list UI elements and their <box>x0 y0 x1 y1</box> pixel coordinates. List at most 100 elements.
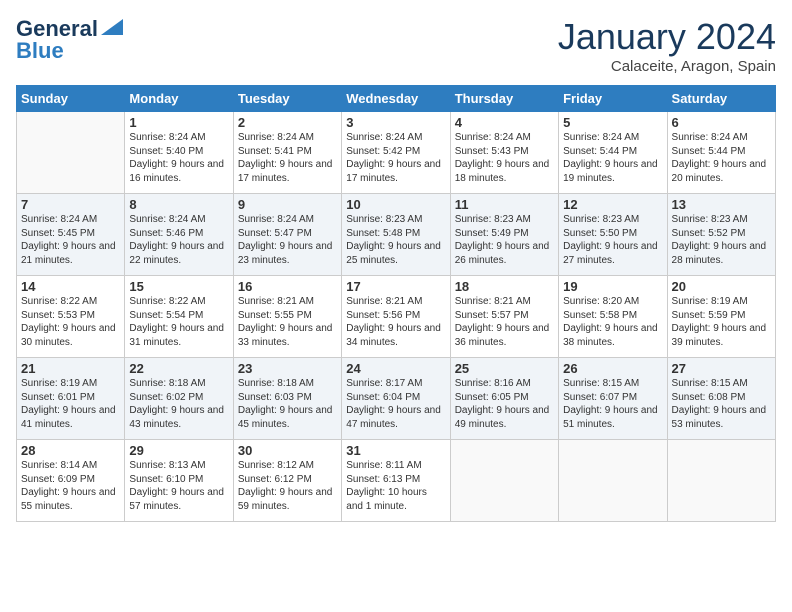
calendar-week-row: 1Sunrise: 8:24 AMSunset: 5:40 PMDaylight… <box>17 112 776 194</box>
day-info: Sunrise: 8:18 AMSunset: 6:03 PMDaylight:… <box>238 377 337 431</box>
day-number: 5 <box>563 115 662 130</box>
day-info: Sunrise: 8:23 AMSunset: 5:48 PMDaylight:… <box>346 213 445 267</box>
day-info: Sunrise: 8:24 AMSunset: 5:45 PMDaylight:… <box>21 213 120 267</box>
day-info: Sunrise: 8:21 AMSunset: 5:56 PMDaylight:… <box>346 295 445 349</box>
calendar-cell: 15Sunrise: 8:22 AMSunset: 5:54 PMDayligh… <box>125 276 233 358</box>
calendar-cell: 12Sunrise: 8:23 AMSunset: 5:50 PMDayligh… <box>559 194 667 276</box>
day-info: Sunrise: 8:19 AMSunset: 6:01 PMDaylight:… <box>21 377 120 431</box>
page-container: General Blue January 2024 Calaceite, Ara… <box>0 0 792 532</box>
calendar-header-row: SundayMondayTuesdayWednesdayThursdayFrid… <box>17 86 776 112</box>
day-info: Sunrise: 8:19 AMSunset: 5:59 PMDaylight:… <box>672 295 771 349</box>
day-number: 10 <box>346 197 445 212</box>
month-title: January 2024 <box>558 16 776 58</box>
day-number: 4 <box>455 115 554 130</box>
calendar-cell: 11Sunrise: 8:23 AMSunset: 5:49 PMDayligh… <box>450 194 558 276</box>
day-number: 9 <box>238 197 337 212</box>
calendar-cell: 10Sunrise: 8:23 AMSunset: 5:48 PMDayligh… <box>342 194 450 276</box>
day-info: Sunrise: 8:15 AMSunset: 6:07 PMDaylight:… <box>563 377 662 431</box>
day-number: 16 <box>238 279 337 294</box>
calendar-week-row: 28Sunrise: 8:14 AMSunset: 6:09 PMDayligh… <box>17 440 776 522</box>
day-number: 14 <box>21 279 120 294</box>
day-number: 28 <box>21 443 120 458</box>
title-block: January 2024 Calaceite, Aragon, Spain <box>558 16 776 75</box>
calendar-cell: 23Sunrise: 8:18 AMSunset: 6:03 PMDayligh… <box>233 358 341 440</box>
day-number: 24 <box>346 361 445 376</box>
calendar-cell: 24Sunrise: 8:17 AMSunset: 6:04 PMDayligh… <box>342 358 450 440</box>
day-header-wednesday: Wednesday <box>342 86 450 112</box>
day-info: Sunrise: 8:21 AMSunset: 5:55 PMDaylight:… <box>238 295 337 349</box>
day-info: Sunrise: 8:22 AMSunset: 5:54 PMDaylight:… <box>129 295 228 349</box>
day-info: Sunrise: 8:16 AMSunset: 6:05 PMDaylight:… <box>455 377 554 431</box>
day-number: 22 <box>129 361 228 376</box>
day-header-sunday: Sunday <box>17 86 125 112</box>
day-number: 19 <box>563 279 662 294</box>
calendar-cell <box>17 112 125 194</box>
day-number: 23 <box>238 361 337 376</box>
day-number: 31 <box>346 443 445 458</box>
day-info: Sunrise: 8:14 AMSunset: 6:09 PMDaylight:… <box>21 459 120 513</box>
calendar-cell: 5Sunrise: 8:24 AMSunset: 5:44 PMDaylight… <box>559 112 667 194</box>
calendar-cell: 7Sunrise: 8:24 AMSunset: 5:45 PMDaylight… <box>17 194 125 276</box>
day-info: Sunrise: 8:24 AMSunset: 5:46 PMDaylight:… <box>129 213 228 267</box>
day-info: Sunrise: 8:24 AMSunset: 5:44 PMDaylight:… <box>672 131 771 185</box>
calendar-week-row: 21Sunrise: 8:19 AMSunset: 6:01 PMDayligh… <box>17 358 776 440</box>
day-number: 20 <box>672 279 771 294</box>
day-header-thursday: Thursday <box>450 86 558 112</box>
calendar-cell: 14Sunrise: 8:22 AMSunset: 5:53 PMDayligh… <box>17 276 125 358</box>
calendar-cell: 4Sunrise: 8:24 AMSunset: 5:43 PMDaylight… <box>450 112 558 194</box>
day-info: Sunrise: 8:12 AMSunset: 6:12 PMDaylight:… <box>238 459 337 513</box>
day-header-tuesday: Tuesday <box>233 86 341 112</box>
calendar-cell: 26Sunrise: 8:15 AMSunset: 6:07 PMDayligh… <box>559 358 667 440</box>
day-info: Sunrise: 8:13 AMSunset: 6:10 PMDaylight:… <box>129 459 228 513</box>
day-info: Sunrise: 8:15 AMSunset: 6:08 PMDaylight:… <box>672 377 771 431</box>
calendar-cell: 29Sunrise: 8:13 AMSunset: 6:10 PMDayligh… <box>125 440 233 522</box>
day-info: Sunrise: 8:23 AMSunset: 5:52 PMDaylight:… <box>672 213 771 267</box>
day-number: 25 <box>455 361 554 376</box>
day-number: 12 <box>563 197 662 212</box>
calendar-cell: 19Sunrise: 8:20 AMSunset: 5:58 PMDayligh… <box>559 276 667 358</box>
calendar-cell: 16Sunrise: 8:21 AMSunset: 5:55 PMDayligh… <box>233 276 341 358</box>
day-number: 11 <box>455 197 554 212</box>
location: Calaceite, Aragon, Spain <box>558 58 776 75</box>
day-number: 30 <box>238 443 337 458</box>
day-header-monday: Monday <box>125 86 233 112</box>
day-number: 2 <box>238 115 337 130</box>
calendar-cell: 21Sunrise: 8:19 AMSunset: 6:01 PMDayligh… <box>17 358 125 440</box>
day-number: 17 <box>346 279 445 294</box>
calendar-cell: 30Sunrise: 8:12 AMSunset: 6:12 PMDayligh… <box>233 440 341 522</box>
calendar-cell: 17Sunrise: 8:21 AMSunset: 5:56 PMDayligh… <box>342 276 450 358</box>
day-info: Sunrise: 8:11 AMSunset: 6:13 PMDaylight:… <box>346 459 445 513</box>
calendar-week-row: 14Sunrise: 8:22 AMSunset: 5:53 PMDayligh… <box>17 276 776 358</box>
header: General Blue January 2024 Calaceite, Ara… <box>16 16 776 75</box>
logo-icon <box>101 19 123 35</box>
day-number: 3 <box>346 115 445 130</box>
day-number: 15 <box>129 279 228 294</box>
day-number: 1 <box>129 115 228 130</box>
calendar-cell: 2Sunrise: 8:24 AMSunset: 5:41 PMDaylight… <box>233 112 341 194</box>
calendar-cell: 20Sunrise: 8:19 AMSunset: 5:59 PMDayligh… <box>667 276 775 358</box>
day-number: 29 <box>129 443 228 458</box>
day-info: Sunrise: 8:20 AMSunset: 5:58 PMDaylight:… <box>563 295 662 349</box>
day-info: Sunrise: 8:24 AMSunset: 5:42 PMDaylight:… <box>346 131 445 185</box>
calendar-cell: 27Sunrise: 8:15 AMSunset: 6:08 PMDayligh… <box>667 358 775 440</box>
day-info: Sunrise: 8:23 AMSunset: 5:49 PMDaylight:… <box>455 213 554 267</box>
calendar-cell: 28Sunrise: 8:14 AMSunset: 6:09 PMDayligh… <box>17 440 125 522</box>
day-info: Sunrise: 8:22 AMSunset: 5:53 PMDaylight:… <box>21 295 120 349</box>
calendar-cell: 18Sunrise: 8:21 AMSunset: 5:57 PMDayligh… <box>450 276 558 358</box>
day-header-saturday: Saturday <box>667 86 775 112</box>
logo-blue: Blue <box>16 38 64 64</box>
calendar-table: SundayMondayTuesdayWednesdayThursdayFrid… <box>16 85 776 522</box>
day-info: Sunrise: 8:21 AMSunset: 5:57 PMDaylight:… <box>455 295 554 349</box>
day-number: 21 <box>21 361 120 376</box>
day-info: Sunrise: 8:24 AMSunset: 5:44 PMDaylight:… <box>563 131 662 185</box>
day-info: Sunrise: 8:24 AMSunset: 5:47 PMDaylight:… <box>238 213 337 267</box>
day-number: 6 <box>672 115 771 130</box>
calendar-week-row: 7Sunrise: 8:24 AMSunset: 5:45 PMDaylight… <box>17 194 776 276</box>
day-number: 27 <box>672 361 771 376</box>
day-info: Sunrise: 8:24 AMSunset: 5:43 PMDaylight:… <box>455 131 554 185</box>
calendar-cell <box>559 440 667 522</box>
day-number: 26 <box>563 361 662 376</box>
day-number: 7 <box>21 197 120 212</box>
calendar-cell: 31Sunrise: 8:11 AMSunset: 6:13 PMDayligh… <box>342 440 450 522</box>
calendar-cell: 22Sunrise: 8:18 AMSunset: 6:02 PMDayligh… <box>125 358 233 440</box>
